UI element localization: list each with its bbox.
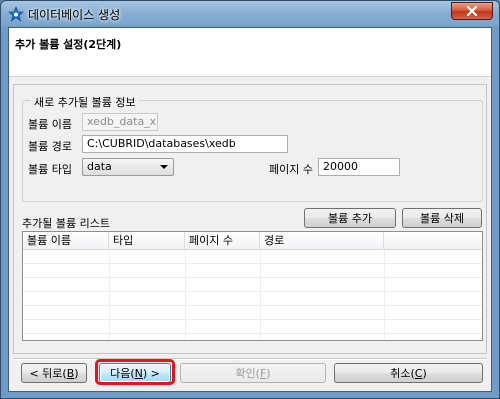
title-bar[interactable]: 데이터베이스 생성 — [1, 1, 499, 27]
next-button-highlight — [95, 359, 175, 385]
chevron-down-icon — [160, 165, 168, 169]
cancel-button[interactable]: 취소(C) — [334, 363, 483, 383]
column-header-type[interactable]: 타입 — [109, 232, 185, 250]
table-header: 볼륨 이름 타입 페이지 수 경로 — [23, 232, 482, 250]
window-title: 데이터베이스 생성 — [28, 8, 121, 22]
volume-type-select[interactable]: data — [82, 158, 174, 176]
volume-path-label: 볼륨 경로 — [28, 140, 72, 153]
volume-list-table[interactable]: 볼륨 이름 타입 페이지 수 경로 — [22, 231, 483, 341]
column-header-page-count[interactable]: 페이지 수 — [185, 232, 260, 250]
close-icon — [466, 6, 478, 16]
column-header-extra[interactable] — [384, 232, 482, 250]
dialog-window: 데이터베이스 생성 추가 볼륨 설정(2단계) 새로 추가될 볼륨 정보 볼륨 … — [0, 0, 500, 399]
table-row — [23, 279, 482, 292]
table-row — [23, 321, 482, 334]
back-button[interactable]: < 뒤로(B) — [21, 363, 87, 383]
footer-separator — [13, 358, 487, 360]
volume-info-group: 새로 추가될 볼륨 정보 볼륨 이름 xedb_data_x000 볼륨 경로 … — [22, 94, 483, 202]
wizard-header: 추가 볼륨 설정(2단계) — [9, 28, 491, 77]
column-header-path[interactable]: 경로 — [260, 232, 384, 250]
content-panel: 새로 추가될 볼륨 정보 볼륨 이름 xedb_data_x000 볼륨 경로 … — [13, 84, 487, 354]
table-row — [23, 251, 482, 264]
dialog-client-area: 추가 볼륨 설정(2단계) 새로 추가될 볼륨 정보 볼륨 이름 xedb_da… — [8, 27, 492, 392]
page-count-field[interactable]: 20000 — [318, 158, 400, 176]
page-title: 추가 볼륨 설정(2단계) — [15, 38, 122, 51]
volume-name-field[interactable]: xedb_data_x000 — [82, 113, 158, 131]
table-row — [23, 307, 482, 320]
back-button-label: < 뒤로(B) — [29, 367, 79, 380]
finish-button[interactable]: 확인(F) — [180, 363, 326, 383]
page-count-label: 페이지 수 — [269, 163, 313, 176]
finish-button-label: 확인(F) — [235, 367, 271, 380]
volume-path-field[interactable]: C:\CUBRID\databases\xedb — [82, 135, 288, 153]
volume-name-label: 볼륨 이름 — [28, 118, 72, 131]
cubrid-star-icon — [8, 6, 24, 22]
table-row — [23, 293, 482, 306]
add-volume-button[interactable]: 볼륨 추가 — [304, 208, 396, 228]
group-title: 새로 추가될 볼륨 정보 — [31, 94, 139, 110]
volume-list-title: 추가될 볼륨 리스트 — [22, 217, 110, 230]
cancel-button-label: 취소(C) — [390, 367, 427, 380]
delete-volume-button[interactable]: 볼륨 삭제 — [402, 208, 482, 228]
column-header-volume-name[interactable]: 볼륨 이름 — [23, 232, 109, 250]
close-button[interactable] — [451, 2, 493, 20]
volume-type-label: 볼륨 타입 — [28, 163, 72, 176]
table-row — [23, 265, 482, 278]
volume-type-value: data — [87, 160, 112, 173]
